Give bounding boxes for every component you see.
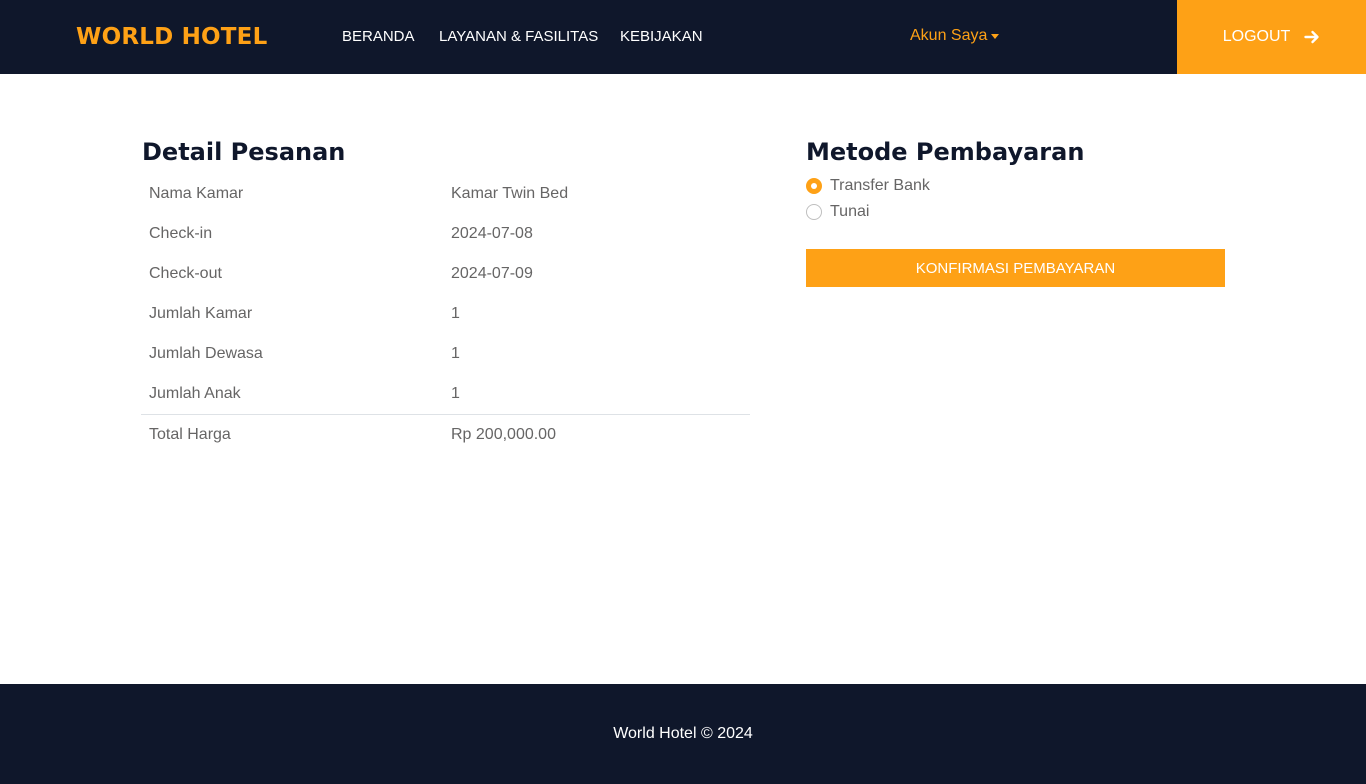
footer: World Hotel © 2024 <box>0 684 1366 784</box>
payment-option-label: Tunai <box>830 203 870 220</box>
logout-button[interactable]: LOGOUT <box>1177 0 1366 74</box>
confirm-payment-button[interactable]: KONFIRMASI PEMBAYARAN <box>806 249 1225 287</box>
row-label: Check-out <box>149 265 222 282</box>
account-dropdown[interactable]: Akun Saya <box>910 27 1000 45</box>
total-label: Total Harga <box>141 413 443 455</box>
account-label: Akun Saya <box>910 27 988 44</box>
table-row: Check-in 2024-07-08 <box>141 214 750 254</box>
table-row: Nama Kamar Kamar Twin Bed <box>141 174 750 214</box>
row-value: 2024-07-08 <box>451 225 533 242</box>
radio-unchecked-icon[interactable] <box>806 204 822 220</box>
table-row: Jumlah Dewasa 1 <box>141 334 750 374</box>
footer-copyright: World Hotel © 2024 <box>613 725 753 742</box>
nav-link-beranda[interactable]: BERANDA <box>342 28 415 46</box>
caret-down-icon <box>991 33 1000 39</box>
logout-label: LOGOUT <box>1222 28 1291 45</box>
table-row: Jumlah Anak 1 <box>141 374 750 414</box>
radio-checked-icon[interactable] <box>806 178 822 194</box>
row-value: 2024-07-09 <box>451 265 533 282</box>
row-label: Nama Kamar <box>149 185 244 202</box>
row-label: Jumlah Kamar <box>149 305 253 322</box>
row-value: 1 <box>451 384 460 402</box>
row-label: Jumlah Dewasa <box>149 345 263 362</box>
payment-option-transfer-bank[interactable]: Transfer Bank <box>806 177 930 195</box>
payment-title: Metode Pembayaran <box>806 138 1085 166</box>
row-value: 1 <box>451 345 460 362</box>
brand-logo[interactable]: WORLD HOTEL <box>76 22 267 52</box>
table-row: Jumlah Kamar 1 <box>141 294 750 334</box>
detail-title: Detail Pesanan <box>142 138 346 166</box>
total-value: Rp 200,000.00 <box>443 413 750 455</box>
row-value: Kamar Twin Bed <box>451 185 569 202</box>
payment-option-label: Transfer Bank <box>830 177 930 194</box>
nav-link-layanan-fasilitas[interactable]: LAYANAN & FASILITAS <box>439 28 598 46</box>
table-row: Check-out 2024-07-09 <box>141 254 750 294</box>
order-detail-table: Nama Kamar Kamar Twin Bed Check-in 2024-… <box>141 174 750 455</box>
total-row: Total Harga Rp 200,000.00 <box>141 413 750 455</box>
row-value: 1 <box>451 305 460 322</box>
navbar: WORLD HOTEL BERANDA LAYANAN & FASILITAS … <box>0 0 1366 74</box>
row-label: Check-in <box>149 225 213 242</box>
nav-link-kebijakan[interactable]: KEBIJAKAN <box>620 28 703 46</box>
payment-option-tunai[interactable]: Tunai <box>806 203 869 221</box>
arrow-right-icon <box>1304 29 1320 45</box>
row-label: Jumlah Anak <box>149 384 241 402</box>
